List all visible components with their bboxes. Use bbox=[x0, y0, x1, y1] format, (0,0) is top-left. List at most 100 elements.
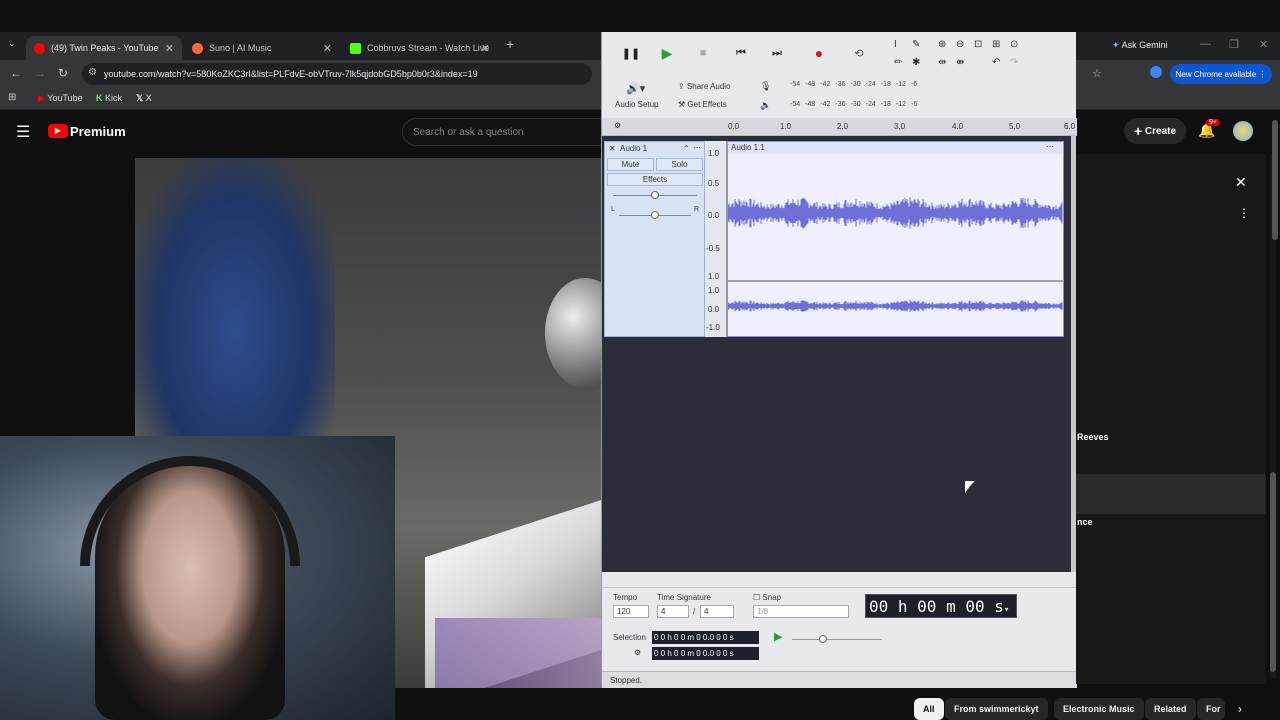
playback-speed-slider[interactable] bbox=[792, 639, 882, 640]
bookmark-star-icon[interactable]: ☆ bbox=[1092, 67, 1102, 80]
get-effects-button[interactable]: ⚒ Get Effects bbox=[678, 100, 727, 109]
bookmark-youtube[interactable]: ▶ YouTube bbox=[38, 93, 83, 104]
playback-meter-scale[interactable]: -54 -48 -42 -36 -30 -24 -18 -12 -6 bbox=[790, 101, 917, 108]
maximize-icon[interactable]: ❐ bbox=[1229, 38, 1239, 51]
snap-checkbox[interactable]: ☐ Snap bbox=[753, 593, 781, 602]
menu-icon[interactable]: ☰ bbox=[16, 122, 30, 142]
play-button[interactable]: ▶ bbox=[656, 42, 678, 64]
search-input[interactable]: Search or ask a question bbox=[402, 118, 602, 146]
ruler-tick: 5.0 bbox=[1009, 122, 1021, 131]
timeline-settings-icon[interactable]: ⚙ bbox=[614, 121, 621, 130]
skip-start-button[interactable]: ⏮ bbox=[730, 42, 752, 64]
tab-suno[interactable]: Suno | AI Music ✕ bbox=[184, 36, 340, 60]
selection-toolbar: Tempo 120 Time Signature 4 / 4 ☐ Snap 1/… bbox=[602, 587, 1077, 688]
close-icon[interactable]: ✕ bbox=[323, 42, 332, 55]
trim-icon[interactable]: ⇹ bbox=[938, 57, 946, 68]
new-chrome-button[interactable]: New Chrome available ⋮ bbox=[1170, 64, 1272, 84]
youtube-logo-icon[interactable]: ▶ bbox=[48, 124, 68, 138]
mute-button[interactable]: Mute bbox=[607, 158, 654, 171]
speaker-icon[interactable]: 🔊▾ bbox=[626, 82, 645, 95]
zoom-in-icon[interactable]: ⊕ bbox=[938, 39, 946, 50]
loop-button[interactable]: ⟲ bbox=[848, 42, 870, 64]
profile-icon[interactable] bbox=[1150, 66, 1162, 78]
tab-search-icon[interactable]: ⌄ bbox=[8, 38, 16, 49]
reload-icon[interactable]: ↻ bbox=[58, 66, 68, 80]
close-icon[interactable]: ✕ bbox=[481, 42, 490, 55]
clip-header[interactable]: Audio 1.1 ⋯ bbox=[728, 142, 1063, 154]
new-tab-icon[interactable]: + bbox=[506, 36, 514, 52]
fit-project-icon[interactable]: ⊞ bbox=[992, 39, 1000, 50]
chip-for-you[interactable]: For bbox=[1197, 698, 1225, 720]
clip-menu-icon[interactable]: ⋯ bbox=[1046, 142, 1054, 151]
webcam-overlay bbox=[0, 436, 395, 720]
effects-button[interactable]: Effects bbox=[607, 173, 703, 186]
chip-all[interactable]: All bbox=[914, 698, 944, 720]
minimize-icon[interactable]: — bbox=[1200, 38, 1211, 50]
record-button[interactable]: ● bbox=[808, 42, 830, 64]
time-sig-denominator[interactable]: 4 bbox=[700, 605, 734, 618]
speed-slider-handle[interactable] bbox=[819, 635, 827, 643]
more-vert-icon[interactable]: ⋮ bbox=[1238, 206, 1250, 220]
tab-youtube[interactable]: (49) Twin Peaks - YouTube ✕ bbox=[26, 36, 182, 60]
zoom-out-icon[interactable]: ⊖ bbox=[956, 39, 964, 50]
play-at-speed-icon[interactable]: ▶ bbox=[774, 630, 782, 643]
silence-icon[interactable]: ⇼ bbox=[956, 57, 964, 68]
site-info-icon[interactable]: ⚙ bbox=[88, 67, 97, 78]
track-menu-icon[interactable]: ⋯ bbox=[693, 143, 701, 152]
side-scrollbar-thumb[interactable] bbox=[1270, 472, 1276, 672]
bookmark-kick[interactable]: K Kick bbox=[96, 93, 122, 103]
audio-clip[interactable]: Audio 1.1 ⋯ bbox=[727, 141, 1064, 337]
share-audio-button[interactable]: ⇪ Share Audio bbox=[678, 82, 731, 91]
draw-tool-icon[interactable]: ✏ bbox=[894, 57, 902, 68]
gain-slider-handle[interactable] bbox=[651, 191, 659, 199]
envelope-tool-icon[interactable]: ✎ bbox=[912, 39, 920, 50]
tempo-input[interactable]: 120 bbox=[613, 605, 649, 618]
chip-related[interactable]: Related bbox=[1145, 698, 1196, 720]
close-icon[interactable]: ✕ bbox=[1235, 174, 1247, 191]
pan-left-label: L bbox=[611, 206, 615, 213]
track-control-panel[interactable]: ✕ Audio 1 ⌃ ⋯ Mute Solo Effects L R bbox=[604, 141, 705, 337]
create-button[interactable]: + Create bbox=[1124, 118, 1186, 144]
stop-button[interactable]: ■ bbox=[692, 42, 714, 64]
time-sig-numerator[interactable]: 4 bbox=[657, 605, 689, 618]
audio-setup-button[interactable]: Audio Setup bbox=[615, 100, 659, 109]
tab-kick[interactable]: Cobbruvs Stream - Watch Live ✕ bbox=[342, 36, 498, 60]
avatar[interactable] bbox=[1233, 121, 1253, 141]
close-icon[interactable]: ✕ bbox=[165, 42, 174, 55]
pan-slider-handle[interactable] bbox=[651, 211, 659, 219]
back-icon[interactable]: ← bbox=[10, 66, 22, 80]
track-area[interactable]: ✕ Audio 1 ⌃ ⋯ Mute Solo Effects L R 1.0 … bbox=[602, 136, 1072, 572]
skip-end-button[interactable]: ⏭ bbox=[766, 42, 788, 64]
multi-tool-icon[interactable]: ✱ bbox=[912, 57, 920, 68]
track-name[interactable]: Audio 1 bbox=[620, 144, 647, 153]
meter-tick: -12 bbox=[895, 101, 906, 108]
chip-electronic-music[interactable]: Electronic Music bbox=[1054, 698, 1144, 720]
selection-end[interactable]: 0 0 h 0 0 m 0 0.0 0 0 s bbox=[652, 647, 759, 660]
timeline-ruler[interactable]: ⚙ 0.0 1.0 2.0 3.0 4.0 5.0 6.0 bbox=[602, 118, 1077, 136]
list-item-highlight[interactable] bbox=[1076, 474, 1266, 514]
collapse-icon[interactable]: ⌃ bbox=[683, 144, 690, 153]
apps-icon[interactable]: ⊞ bbox=[8, 92, 16, 103]
record-meter-scale[interactable]: -54 -48 -42 -36 -30 -24 -18 -12 -6 bbox=[790, 81, 917, 88]
redo-icon[interactable]: ↷ bbox=[1010, 57, 1018, 68]
snap-select[interactable]: 1/8 bbox=[753, 605, 849, 618]
selection-start[interactable]: 0 0 h 0 0 m 0 0.0 0 0 s bbox=[652, 631, 759, 644]
share-icon: ⇪ bbox=[678, 82, 685, 91]
fit-selection-icon[interactable]: ⊡ bbox=[974, 39, 982, 50]
undo-icon[interactable]: ↶ bbox=[992, 57, 1000, 68]
chevron-right-icon[interactable]: › bbox=[1238, 702, 1242, 716]
forward-icon[interactable]: → bbox=[34, 66, 46, 80]
solo-button[interactable]: Solo bbox=[656, 158, 703, 171]
bookmark-x[interactable]: 𝕏 X bbox=[136, 93, 152, 104]
selection-settings-icon[interactable]: ⚙ bbox=[634, 648, 641, 657]
chip-from-channel[interactable]: From swimmerickyt bbox=[945, 698, 1048, 720]
pause-button[interactable]: ❚❚ bbox=[620, 42, 642, 64]
close-window-icon[interactable]: ✕ bbox=[1259, 38, 1268, 51]
track-close-icon[interactable]: ✕ bbox=[609, 144, 616, 153]
time-display[interactable]: 00 h 00 m 00 s▾ bbox=[865, 594, 1017, 618]
select-tool-icon[interactable]: I bbox=[894, 39, 897, 50]
page-scrollbar-thumb[interactable] bbox=[1272, 120, 1278, 240]
url-field[interactable]: ⚙ youtube.com/watch?v=580KoZKC3rI&list=P… bbox=[82, 63, 592, 85]
ask-gemini-button[interactable]: ✦ Ask Gemini bbox=[1112, 40, 1168, 51]
zoom-toggle-icon[interactable]: ⊙ bbox=[1010, 39, 1018, 50]
